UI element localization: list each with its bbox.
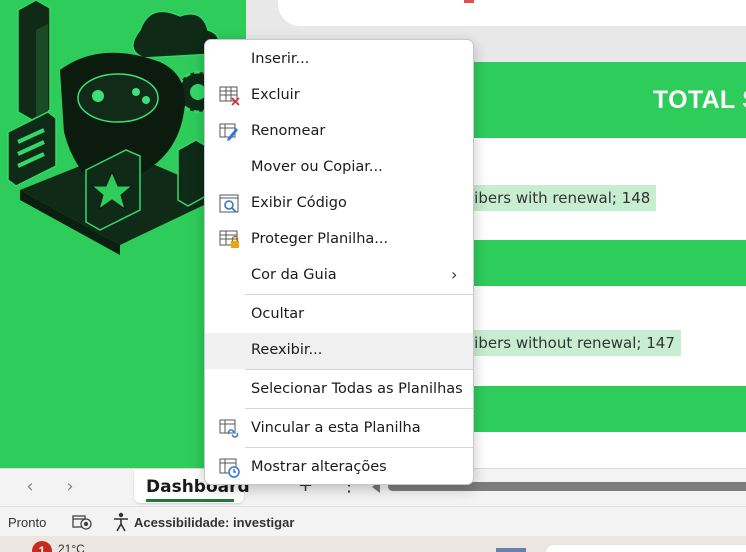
delete-sheet-icon [219, 86, 240, 106]
menu-item-link-sheet[interactable]: Vincular a esta Planilha [205, 411, 473, 447]
menu-item-label: Selecionar Todas as Planilhas [251, 381, 463, 397]
sheet-tab-context-menu: Inserir... Excluir Renomear Mover ou Cop… [204, 39, 474, 485]
menu-item-insert[interactable]: Inserir... [205, 42, 473, 78]
show-changes-icon [219, 458, 240, 478]
red-indicator [464, 0, 474, 3]
menu-item-label: Renomear [251, 123, 326, 139]
data-label-no-renewal: ribers without renewal; 147 [466, 330, 681, 356]
menu-separator [245, 369, 473, 370]
menu-item-label: Mover ou Copiar... [251, 159, 383, 175]
status-bar: Pronto Acessibilidade: investigar [0, 506, 746, 536]
menu-item-move-copy[interactable]: Mover ou Copiar... [205, 150, 473, 186]
menu-item-label: Cor da Guia [251, 267, 337, 283]
menu-separator [245, 447, 473, 448]
menu-item-label: Excluir [251, 87, 300, 103]
active-tab-underline [146, 499, 234, 502]
taskbar: 1 21°C [0, 536, 746, 552]
next-sheet-icon[interactable]: › [60, 477, 80, 497]
summary-card [278, 0, 746, 26]
notification-badge[interactable]: 1 [32, 541, 52, 552]
menu-separator [245, 408, 473, 409]
menu-item-show-changes[interactable]: Mostrar alterações [205, 450, 473, 486]
accessibility-icon[interactable] [112, 512, 130, 532]
taskbar-search[interactable] [546, 545, 746, 552]
menu-item-label: Inserir... [251, 51, 310, 67]
menu-separator [245, 294, 473, 295]
menu-item-label: Reexibir... [251, 342, 323, 358]
view-code-icon [219, 194, 239, 213]
macro-recording-icon[interactable] [72, 514, 92, 530]
menu-item-label: Vincular a esta Planilha [251, 420, 421, 436]
data-label-renewal: ribers with renewal; 148 [466, 185, 657, 211]
rename-sheet-icon [219, 123, 238, 141]
menu-item-rename[interactable]: Renomear [205, 114, 473, 150]
accessibility-status[interactable]: Acessibilidade: investigar [134, 515, 294, 530]
menu-item-label: Exibir Código [251, 195, 347, 211]
menu-item-tab-color[interactable]: Cor da Guia › [205, 258, 473, 294]
taskbar-app-icon[interactable] [496, 548, 526, 552]
menu-item-view-code[interactable]: Exibir Código [205, 186, 473, 222]
menu-item-label: Ocultar [251, 306, 305, 322]
menu-item-label: Proteger Planilha... [251, 231, 389, 247]
menu-item-hide[interactable]: Ocultar [205, 297, 473, 333]
protect-sheet-icon [219, 230, 239, 248]
menu-item-protect-sheet[interactable]: Proteger Planilha... [205, 222, 473, 258]
weather-widget[interactable]: 21°C [58, 542, 85, 552]
menu-item-unhide[interactable]: Reexibir... [205, 333, 473, 369]
menu-item-label: Mostrar alterações [251, 459, 387, 475]
status-ready: Pronto [8, 515, 47, 530]
menu-item-delete[interactable]: Excluir [205, 78, 473, 114]
link-sheet-icon [219, 419, 239, 438]
chevron-right-icon: › [451, 265, 458, 284]
total-subscribers-title: TOTAL S [653, 86, 746, 114]
previous-sheet-icon[interactable]: ‹ [20, 477, 40, 497]
menu-item-select-all-sheets[interactable]: Selecionar Todas as Planilhas [205, 372, 473, 408]
